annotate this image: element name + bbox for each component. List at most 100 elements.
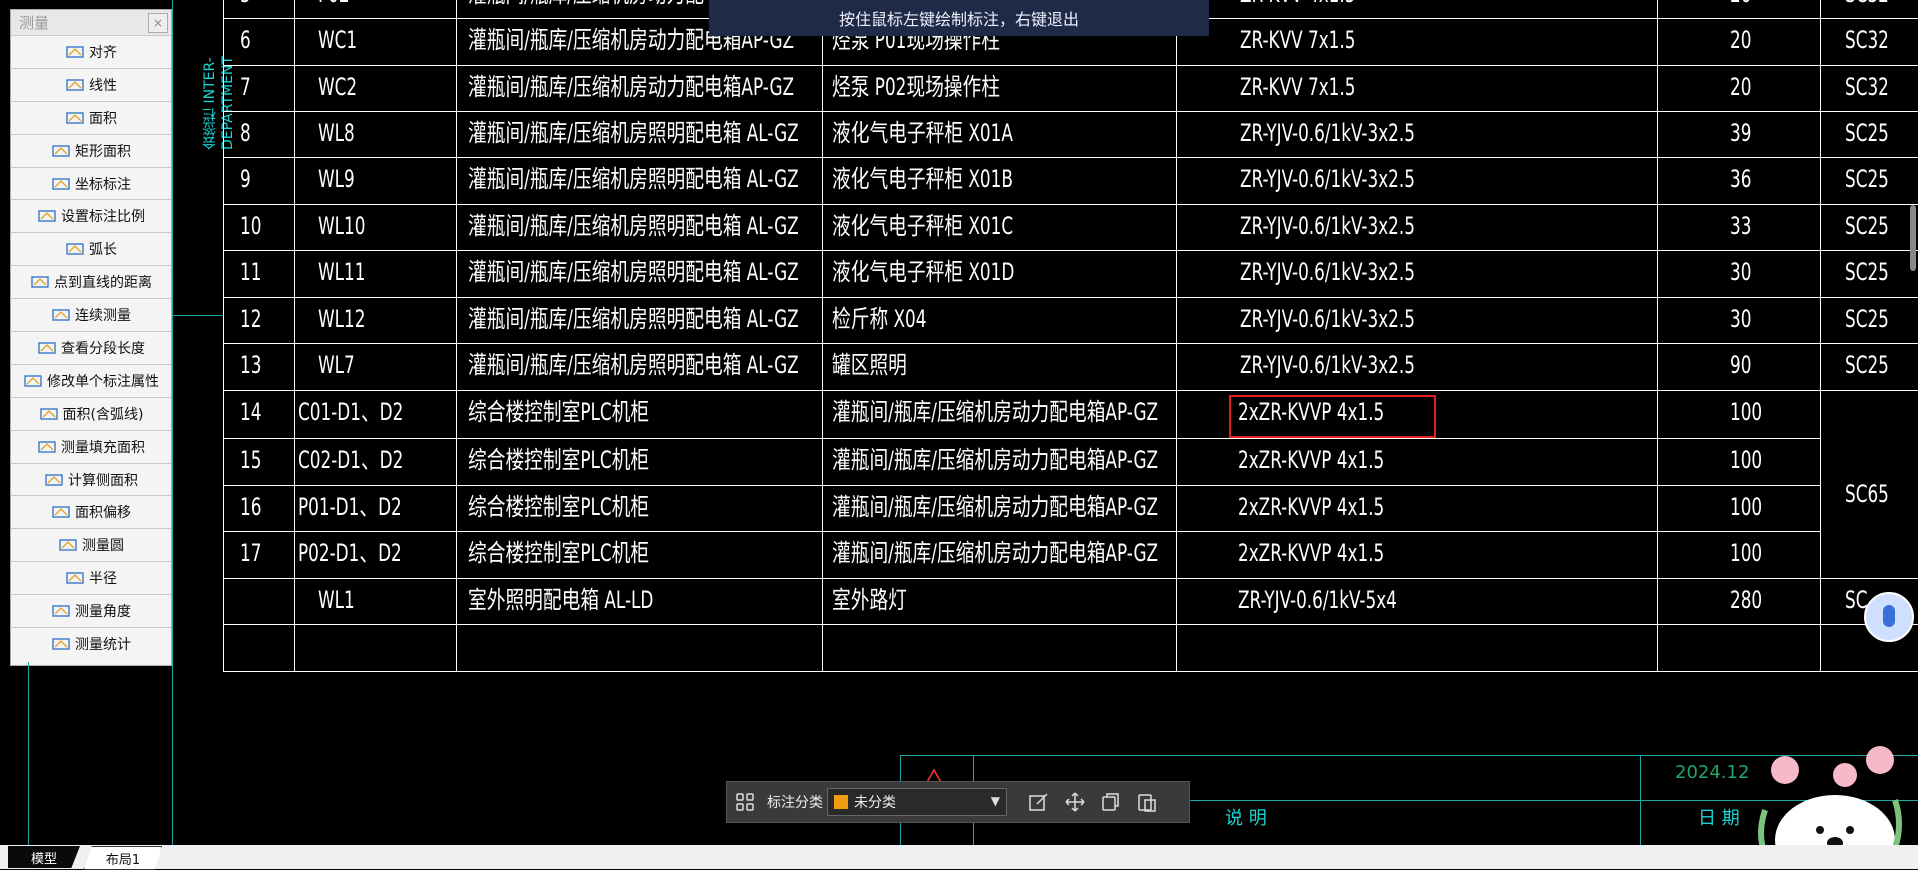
rect-area-icon — [51, 143, 71, 159]
table-cell-length: 39 — [1730, 119, 1752, 147]
table-gridline — [223, 343, 1918, 344]
table-cell-length: 100 — [1730, 446, 1763, 474]
table-cell-code: WC1 — [318, 26, 358, 54]
table-cell-to: 检斤称 X04 — [832, 305, 927, 333]
grid-icon[interactable] — [727, 784, 763, 820]
table-cell-to: 罐区照明 — [832, 351, 907, 379]
table-cell-to: 灌瓶间/瓶库/压缩机房动力配电箱AP-GZ — [832, 446, 1159, 474]
palette-item[interactable]: 修改单个标注属性 — [11, 363, 171, 397]
table-cell-pipe: SC25 — [1845, 305, 1889, 333]
table-cell-code: C01-D1、D2 — [298, 398, 404, 426]
table-cell-from: 灌瓶间/瓶库/压缩机房照明配电箱 AL-GZ — [468, 351, 799, 379]
vertical-scrollbar[interactable] — [1910, 205, 1916, 271]
table-cell-cable: 2xZR-KVVP 4x1.5 — [1238, 446, 1385, 474]
palette-item[interactable]: 坐标标注 — [11, 166, 171, 200]
table-cell-from: 灌瓶间/瓶库/压缩机房照明配电箱 AL-GZ — [468, 258, 799, 286]
table-cell-cable: ZR-YJV-0.6/1kV-3x2.5 — [1240, 165, 1415, 193]
table-cell-pipe: SC25 — [1845, 119, 1889, 147]
palette-item[interactable]: 面积(含弧线) — [11, 396, 171, 430]
side-area-icon — [44, 472, 64, 488]
palette-item[interactable]: 设置标注比例 — [11, 199, 171, 232]
palette-item[interactable]: 点到直线的距离 — [11, 265, 171, 298]
tab-layout[interactable]: 布局1 — [84, 846, 162, 870]
table-gridline — [223, 297, 1918, 298]
table-gridline — [223, 157, 1918, 158]
table-cell-length: 20 — [1730, 26, 1752, 54]
title-desc: 说 明 — [1225, 808, 1267, 829]
table-cell-length: 20 — [1730, 73, 1752, 101]
angle-icon — [51, 603, 71, 619]
table-cell-from: 综合楼控制室PLC机柜 — [468, 539, 650, 567]
close-icon[interactable]: × — [148, 13, 168, 33]
table-cell-code: WL1 — [318, 586, 355, 614]
table-gridline — [223, 111, 1918, 112]
palette-item[interactable]: 面积 — [11, 100, 171, 134]
edit-icon[interactable] — [1021, 784, 1057, 820]
table-cell-code: WL8 — [318, 119, 355, 147]
table-cell-cable: ZR-YJV-0.6/1kV-3x2.5 — [1240, 305, 1415, 333]
table-cell-length: 20 — [1730, 0, 1751, 8]
table-cell-no: 10 — [240, 212, 262, 240]
table-cell-pipe: SC25 — [1845, 165, 1889, 193]
table-cell-pipe: SC65 — [1845, 480, 1889, 508]
palette-item[interactable]: 计算侧面积 — [11, 462, 171, 496]
palette-item[interactable]: 对齐 — [11, 35, 171, 68]
table-cell-to: 室外路灯 — [832, 586, 907, 614]
table-gridline — [294, 0, 295, 671]
assistant-float-button[interactable] — [1864, 592, 1914, 642]
palette-item[interactable]: 线性 — [11, 67, 171, 101]
table-cell-length: 100 — [1730, 539, 1763, 567]
table-cell-cable: ZR-YJV-0.6/1kV-3x2.5 — [1240, 258, 1415, 286]
tab-model[interactable]: 模型 — [8, 846, 80, 868]
table-gridline — [223, 204, 1918, 205]
selection-box — [1229, 395, 1436, 438]
table-cell-length: 280 — [1730, 586, 1763, 614]
palette-item[interactable]: 查看分段长度 — [11, 331, 171, 364]
table-gridline — [172, 0, 173, 845]
table-gridline — [1657, 0, 1658, 671]
table-cell-to: 灌瓶间/瓶库/压缩机房动力配电箱AP-GZ — [832, 398, 1159, 426]
table-cell-to: 灌瓶间/瓶库/压缩机房动力配电箱AP-GZ — [832, 493, 1159, 521]
table-gridline — [223, 578, 1918, 579]
status-bar — [0, 845, 1918, 869]
table-gridline — [1176, 0, 1177, 671]
table-cell-to: 灌瓶间/瓶库/压缩机房动力配电箱AP-GZ — [832, 539, 1159, 567]
table-cell-length: 30 — [1730, 305, 1752, 333]
table-cell-no: 5 — [240, 0, 251, 8]
area-icon — [65, 110, 85, 126]
table-cell-length: 30 — [1730, 258, 1752, 286]
table-cell-to: 烃泵 P02现场操作柱 — [832, 73, 1000, 101]
table-cell-code: WL11 — [318, 258, 366, 286]
table-cell-cable: ZR-KVV 7x1.5 — [1240, 26, 1356, 54]
palette-item[interactable]: 面积偏移 — [11, 495, 171, 528]
table-cell-no: 17 — [240, 539, 262, 567]
palette-item[interactable]: 半径 — [11, 561, 171, 594]
title-date: 2024.12 — [1675, 762, 1750, 783]
table-cell-code: C02-D1、D2 — [298, 446, 404, 474]
segment-icon — [37, 340, 57, 356]
copy-icon[interactable] — [1093, 784, 1129, 820]
table-cell-to: 液化气电子秤柜 X01D — [832, 258, 1015, 286]
move-icon[interactable] — [1057, 784, 1093, 820]
side-label: 会签栏 INTER-DEPARTMENT — [202, 56, 236, 150]
palette-item[interactable]: 测量圆 — [11, 528, 171, 561]
table-gridline — [223, 531, 1820, 532]
table-cell-cable: ZR-KVV 4x1.5 — [1240, 0, 1355, 8]
palette-item[interactable]: 测量填充面积 — [11, 429, 171, 463]
table-cell-pipe: SC32 — [1845, 0, 1889, 8]
paste-icon[interactable] — [1129, 784, 1165, 820]
palette-item[interactable]: 测量统计 — [11, 627, 171, 660]
palette-item[interactable]: 连续测量 — [11, 298, 171, 331]
table-cell-length: 33 — [1730, 212, 1752, 240]
table-cell-no: 15 — [240, 446, 262, 474]
table-cell-no: 11 — [240, 258, 262, 286]
table-cell-code: P02 — [318, 0, 350, 8]
table-cell-to: 液化气电子秤柜 X01C — [832, 212, 1014, 240]
category-select[interactable]: 未分类 ▼ — [827, 788, 1007, 816]
table-cell-no: 7 — [240, 73, 251, 101]
table-cell-code: P01-D1、D2 — [298, 493, 402, 521]
palette-item[interactable]: 矩形面积 — [11, 133, 171, 167]
palette-item[interactable]: 测量角度 — [11, 594, 171, 627]
palette-item[interactable]: 弧长 — [11, 232, 171, 265]
table-gridline — [223, 390, 1918, 391]
